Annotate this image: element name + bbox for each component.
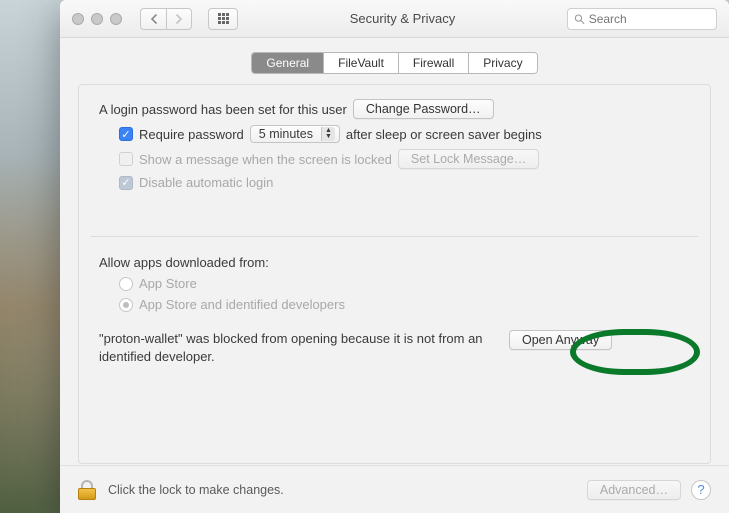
- password-set-label: A login password has been set for this u…: [99, 102, 347, 117]
- section-divider: [91, 236, 698, 237]
- settings-panel: A login password has been set for this u…: [78, 84, 711, 464]
- search-field[interactable]: [567, 8, 717, 30]
- zoom-window-button[interactable]: [110, 13, 122, 25]
- require-password-checkbox[interactable]: ✓: [119, 127, 133, 141]
- appstore-identified-label: App Store and identified developers: [139, 297, 345, 312]
- window-controls: [72, 13, 122, 25]
- disable-auto-login-checkbox: ✓: [119, 176, 133, 190]
- show-all-button[interactable]: [208, 8, 238, 30]
- titlebar: Security & Privacy: [60, 0, 729, 38]
- login-password-section: A login password has been set for this u…: [91, 99, 698, 210]
- require-password-delay-select[interactable]: 5 minutes ▲▼: [250, 125, 340, 143]
- change-password-button[interactable]: Change Password…: [353, 99, 494, 119]
- blocked-app-message: "proton-wallet" was blocked from opening…: [99, 330, 499, 365]
- lock-icon[interactable]: [78, 480, 96, 500]
- window-title: Security & Privacy: [246, 11, 559, 26]
- tabs: General FileVault Firewall Privacy: [60, 52, 729, 74]
- search-icon: [574, 13, 585, 25]
- help-button[interactable]: ?: [691, 480, 711, 500]
- advanced-button: Advanced…: [587, 480, 681, 500]
- grid-icon: [218, 13, 229, 24]
- stepper-icon: ▲▼: [321, 127, 335, 141]
- require-password-delay-value: 5 minutes: [259, 127, 313, 141]
- set-lock-message-button: Set Lock Message…: [398, 149, 539, 169]
- search-input[interactable]: [589, 12, 710, 26]
- nav-buttons: [140, 8, 192, 30]
- appstore-only-radio: [119, 277, 133, 291]
- require-password-label: Require password: [139, 127, 244, 142]
- tab-privacy[interactable]: Privacy: [469, 53, 536, 73]
- chevron-left-icon: [150, 14, 158, 24]
- forward-button[interactable]: [166, 8, 192, 30]
- show-message-checkbox: [119, 152, 133, 166]
- open-anyway-button[interactable]: Open Anyway: [509, 330, 612, 350]
- footer: Click the lock to make changes. Advanced…: [60, 465, 729, 513]
- disable-auto-login-label: Disable automatic login: [139, 175, 273, 190]
- gatekeeper-section: Allow apps downloaded from: App Store Ap…: [91, 255, 698, 365]
- security-privacy-window: Security & Privacy General FileVault Fir…: [60, 0, 729, 513]
- tab-general[interactable]: General: [252, 53, 324, 73]
- close-window-button[interactable]: [72, 13, 84, 25]
- tab-filevault[interactable]: FileVault: [324, 53, 399, 73]
- minimize-window-button[interactable]: [91, 13, 103, 25]
- lock-hint-text: Click the lock to make changes.: [108, 483, 577, 497]
- back-button[interactable]: [140, 8, 166, 30]
- allow-downloads-label: Allow apps downloaded from:: [99, 255, 269, 270]
- help-icon: ?: [697, 482, 704, 497]
- appstore-only-label: App Store: [139, 276, 197, 291]
- appstore-identified-radio: [119, 298, 133, 312]
- content: General FileVault Firewall Privacy A log…: [60, 38, 729, 513]
- after-sleep-label: after sleep or screen saver begins: [346, 127, 542, 142]
- tab-firewall[interactable]: Firewall: [399, 53, 469, 73]
- show-message-label: Show a message when the screen is locked: [139, 152, 392, 167]
- chevron-right-icon: [175, 14, 183, 24]
